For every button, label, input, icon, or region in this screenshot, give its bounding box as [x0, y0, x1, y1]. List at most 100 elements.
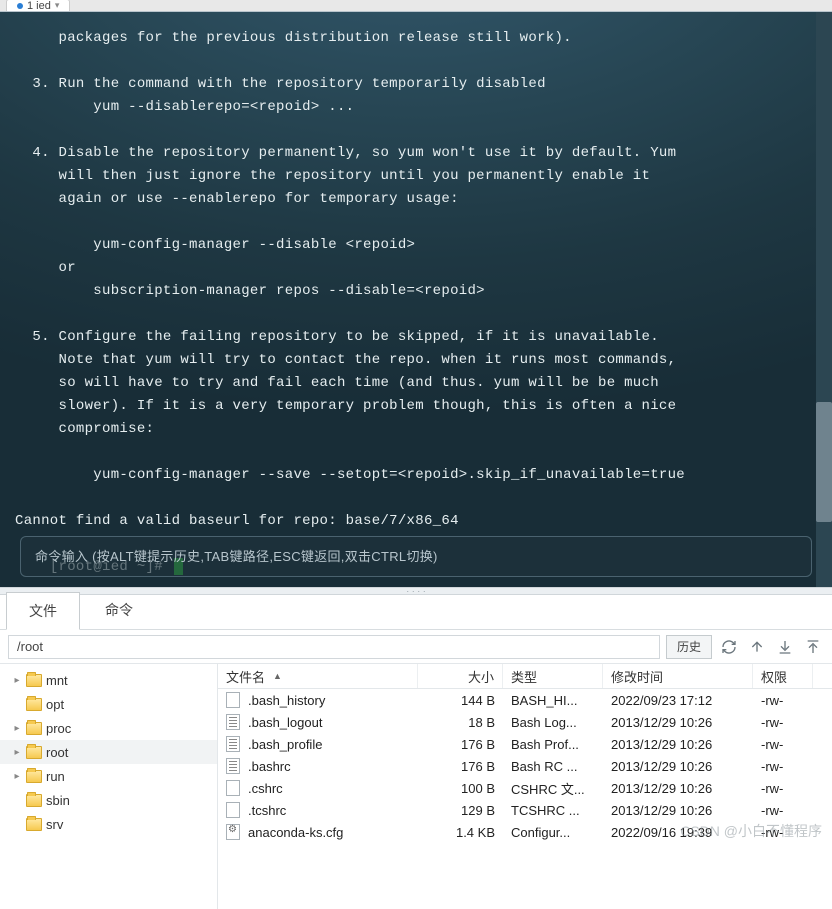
command-input[interactable]: 命令输入 (按ALT键提示历史,TAB键路径,ESC键返回,双击CTRL切换): [20, 536, 812, 577]
file-perm: -rw-: [753, 803, 813, 818]
tree-item-sbin[interactable]: sbin: [0, 788, 217, 812]
terminal-pane[interactable]: packages for the previous distribution r…: [0, 12, 832, 587]
col-name[interactable]: 文件名▲: [218, 664, 418, 688]
session-tab[interactable]: 1 ied ▾: [6, 0, 70, 11]
terminal-line: yum --disablerepo=<repoid> ...: [15, 96, 817, 119]
up-icon[interactable]: [746, 636, 768, 658]
file-row[interactable]: .bash_history144 BBASH_HI...2022/09/23 1…: [218, 689, 832, 711]
file-type: CSHRC 文...: [503, 779, 603, 798]
history-button[interactable]: 历史: [666, 635, 712, 659]
file-icon: [226, 714, 240, 730]
file-perm: -rw-: [753, 825, 813, 840]
terminal-line: Cannot find a valid baseurl for repo: ba…: [15, 510, 817, 533]
col-type[interactable]: 类型: [503, 664, 603, 688]
terminal-line: packages for the previous distribution r…: [15, 27, 817, 50]
caret-icon: ▸: [12, 675, 22, 686]
file-icon: [226, 824, 240, 840]
folder-tree[interactable]: ▸ mnt opt ▸ proc ▸ root ▸ run sbin srv: [0, 664, 218, 909]
terminal-line: [15, 441, 817, 464]
file-row[interactable]: anaconda-ks.cfg1.4 KBConfigur...2022/09/…: [218, 821, 832, 843]
col-date[interactable]: 修改时间: [603, 664, 753, 688]
file-perm: -rw-: [753, 715, 813, 730]
tree-item-root[interactable]: ▸ root: [0, 740, 217, 764]
file-row[interactable]: .bash_logout18 BBash Log...2013/12/29 10…: [218, 711, 832, 733]
file-name: .bash_logout: [248, 715, 322, 730]
file-date: 2013/12/29 10:26: [603, 737, 753, 752]
file-size: 176 B: [418, 759, 503, 774]
file-icon: [226, 780, 240, 796]
file-size: 1.4 KB: [418, 825, 503, 840]
file-icon: [226, 802, 240, 818]
folder-icon: [26, 794, 42, 807]
file-size: 18 B: [418, 715, 503, 730]
folder-icon: [26, 674, 42, 687]
terminal-line: [15, 303, 817, 326]
col-perm[interactable]: 权限: [753, 664, 813, 688]
terminal-line: [15, 119, 817, 142]
file-type: Configur...: [503, 825, 603, 840]
terminal-scrollbar[interactable]: [816, 12, 832, 587]
sort-asc-icon: ▲: [273, 671, 282, 681]
tree-item-label: mnt: [46, 673, 68, 688]
col-size[interactable]: 大小: [418, 664, 503, 688]
file-icon: [226, 692, 240, 708]
file-date: 2013/12/29 10:26: [603, 759, 753, 774]
tab-commands[interactable]: 命令: [82, 591, 156, 629]
fm-tabs: 文件 命令: [0, 595, 832, 630]
terminal-line: yum-config-manager --save --setopt=<repo…: [15, 464, 817, 487]
terminal-line: Note that yum will try to contact the re…: [15, 349, 817, 372]
terminal-line: 5. Configure the failing repository to b…: [15, 326, 817, 349]
tree-item-label: srv: [46, 817, 63, 832]
file-name: .bash_history: [248, 693, 325, 708]
file-name: .cshrc: [248, 781, 283, 796]
file-date: 2013/12/29 10:26: [603, 803, 753, 818]
file-date: 2013/12/29 10:26: [603, 781, 753, 796]
file-name: .bashrc: [248, 759, 291, 774]
terminal-line: or: [15, 257, 817, 280]
caret-icon: ▸: [12, 747, 22, 758]
window-tab-strip: 1 ied ▾: [0, 0, 832, 12]
file-row[interactable]: .bashrc176 BBash RC ...2013/12/29 10:26-…: [218, 755, 832, 777]
terminal-line: will then just ignore the repository unt…: [15, 165, 817, 188]
terminal-line: [15, 487, 817, 510]
path-input[interactable]: [8, 635, 660, 659]
file-date: 2022/09/23 17:12: [603, 693, 753, 708]
tree-item-label: root: [46, 745, 68, 760]
file-row[interactable]: .bash_profile176 BBash Prof...2013/12/29…: [218, 733, 832, 755]
file-type: Bash Log...: [503, 715, 603, 730]
download-icon[interactable]: [774, 636, 796, 658]
tree-item-opt[interactable]: opt: [0, 692, 217, 716]
file-perm: -rw-: [753, 693, 813, 708]
folder-icon: [26, 818, 42, 831]
tree-item-label: proc: [46, 721, 71, 736]
tab-files[interactable]: 文件: [6, 592, 80, 630]
tree-item-run[interactable]: ▸ run: [0, 764, 217, 788]
caret-icon: ▸: [12, 771, 22, 782]
tree-item-srv[interactable]: srv: [0, 812, 217, 836]
tree-item-proc[interactable]: ▸ proc: [0, 716, 217, 740]
terminal-line: [15, 50, 817, 73]
file-type: TCSHRC ...: [503, 803, 603, 818]
path-toolbar: 历史: [0, 630, 832, 664]
tree-item-label: opt: [46, 697, 64, 712]
folder-icon: [26, 746, 42, 759]
scrollbar-thumb[interactable]: [816, 402, 832, 522]
refresh-icon[interactable]: [718, 636, 740, 658]
upload-icon[interactable]: [802, 636, 824, 658]
file-size: 144 B: [418, 693, 503, 708]
file-row[interactable]: .cshrc100 BCSHRC 文...2013/12/29 10:26-rw…: [218, 777, 832, 799]
command-input-placeholder: 命令输入 (按ALT键提示历史,TAB键路径,ESC键返回,双击CTRL切换): [35, 549, 438, 564]
file-row[interactable]: .tcshrc129 BTCSHRC ...2013/12/29 10:26-r…: [218, 799, 832, 821]
file-list[interactable]: 文件名▲ 大小 类型 修改时间 权限 .bash_history144 BBAS…: [218, 664, 832, 909]
terminal-line: compromise:: [15, 418, 817, 441]
chevron-down-icon[interactable]: ▾: [55, 0, 60, 11]
status-dot-icon: [17, 3, 23, 9]
file-perm: -rw-: [753, 737, 813, 752]
caret-icon: ▸: [12, 723, 22, 734]
tree-item-label: run: [46, 769, 65, 784]
tree-item-mnt[interactable]: ▸ mnt: [0, 668, 217, 692]
file-date: 2022/09/16 19:39: [603, 825, 753, 840]
terminal-line: [15, 211, 817, 234]
terminal-line: 3. Run the command with the repository t…: [15, 73, 817, 96]
terminal-line: yum-config-manager --disable <repoid>: [15, 234, 817, 257]
